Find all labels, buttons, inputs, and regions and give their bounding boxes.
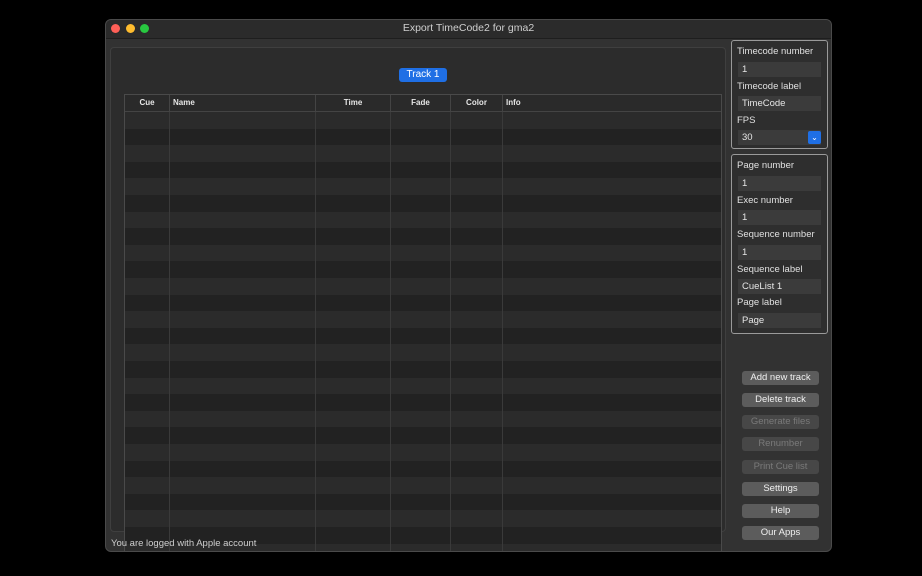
table-row[interactable] <box>125 427 721 444</box>
table-row[interactable] <box>125 327 721 345</box>
sequence-settings-group: Page number 1 Exec number 1 Sequence num… <box>731 154 828 334</box>
column-divider <box>390 112 391 551</box>
timecode-label-field[interactable]: TimeCode <box>738 96 821 111</box>
tab-track-1[interactable]: Track 1 <box>399 68 447 82</box>
generate-files-button[interactable]: Generate files <box>742 415 819 429</box>
column-header-fade[interactable]: Fade <box>391 95 451 111</box>
timecode-number-field[interactable]: 1 <box>738 62 821 77</box>
table-row[interactable] <box>125 493 721 511</box>
delete-track-button[interactable]: Delete track <box>742 393 819 407</box>
table-row[interactable] <box>125 211 721 229</box>
table-body[interactable] <box>125 112 721 551</box>
page-label-label: Page label <box>737 297 782 308</box>
fps-label: FPS <box>737 115 756 126</box>
column-header-time[interactable]: Time <box>316 95 391 111</box>
sequence-label-label: Sequence label <box>737 264 803 275</box>
column-divider <box>502 112 503 551</box>
table-row[interactable] <box>125 161 721 179</box>
add-new-track-button[interactable]: Add new track <box>742 371 819 385</box>
cue-table[interactable]: Cue Name Time Fade Color Info <box>124 94 722 551</box>
exec-number-label: Exec number <box>737 195 793 206</box>
page-number-field[interactable]: 1 <box>738 176 821 191</box>
column-header-cue[interactable]: Cue <box>125 95 170 111</box>
sequence-label-field[interactable]: CueList 1 <box>738 279 821 294</box>
table-row[interactable] <box>125 112 721 129</box>
table-row[interactable] <box>125 261 721 278</box>
fps-select[interactable]: 30 ⌄ <box>738 130 821 145</box>
table-row[interactable] <box>125 128 721 146</box>
column-header-color[interactable]: Color <box>451 95 503 111</box>
page-label-field[interactable]: Page <box>738 313 821 328</box>
table-row[interactable] <box>125 244 721 262</box>
table-row[interactable] <box>125 410 721 428</box>
timecode-number-label: Timecode number <box>737 46 814 57</box>
timecode-label-label: Timecode label <box>737 81 802 92</box>
table-row[interactable] <box>125 477 721 494</box>
table-row[interactable] <box>125 394 721 411</box>
column-header-name[interactable]: Name <box>170 95 316 111</box>
table-row[interactable] <box>125 377 721 395</box>
print-cue-list-button[interactable]: Print Cue list <box>742 460 819 474</box>
table-row[interactable] <box>125 460 721 478</box>
sequence-number-label: Sequence number <box>737 229 815 240</box>
our-apps-button[interactable]: Our Apps <box>742 526 819 540</box>
help-button[interactable]: Help <box>742 504 819 518</box>
table-row[interactable] <box>125 311 721 328</box>
title-bar[interactable]: Export TimeCode2 for gma2 <box>106 20 831 39</box>
login-status: You are logged with Apple account <box>111 538 257 549</box>
table-row[interactable] <box>125 344 721 361</box>
page-number-label: Page number <box>737 160 795 171</box>
window-title: Export TimeCode2 for gma2 <box>402 22 535 34</box>
exec-number-field[interactable]: 1 <box>738 210 821 225</box>
column-header-info[interactable]: Info <box>503 95 721 111</box>
table-row[interactable] <box>125 178 721 195</box>
table-row[interactable] <box>125 278 721 295</box>
column-divider <box>169 112 170 551</box>
renumber-button[interactable]: Renumber <box>742 437 819 451</box>
table-row[interactable] <box>125 145 721 162</box>
timecode-settings-group: Timecode number 1 Timecode label TimeCod… <box>731 40 828 149</box>
column-divider <box>315 112 316 551</box>
table-row[interactable] <box>125 444 721 461</box>
table-row[interactable] <box>125 361 721 378</box>
table-row[interactable] <box>125 510 721 527</box>
table-header: Cue Name Time Fade Color Info <box>125 95 721 112</box>
table-row[interactable] <box>125 228 721 245</box>
app-window: Export TimeCode2 for gma2 Track 1 Cue Na… <box>105 19 832 552</box>
settings-button[interactable]: Settings <box>742 482 819 496</box>
track-tab-view: Track 1 Cue Name Time Fade Color Info <box>110 47 726 551</box>
sequence-number-field[interactable]: 1 <box>738 245 821 260</box>
table-row[interactable] <box>125 294 721 312</box>
column-divider <box>450 112 451 551</box>
fps-selected-value: 30 <box>742 132 753 143</box>
table-row[interactable] <box>125 195 721 212</box>
chevron-down-icon[interactable]: ⌄ <box>808 131 821 144</box>
